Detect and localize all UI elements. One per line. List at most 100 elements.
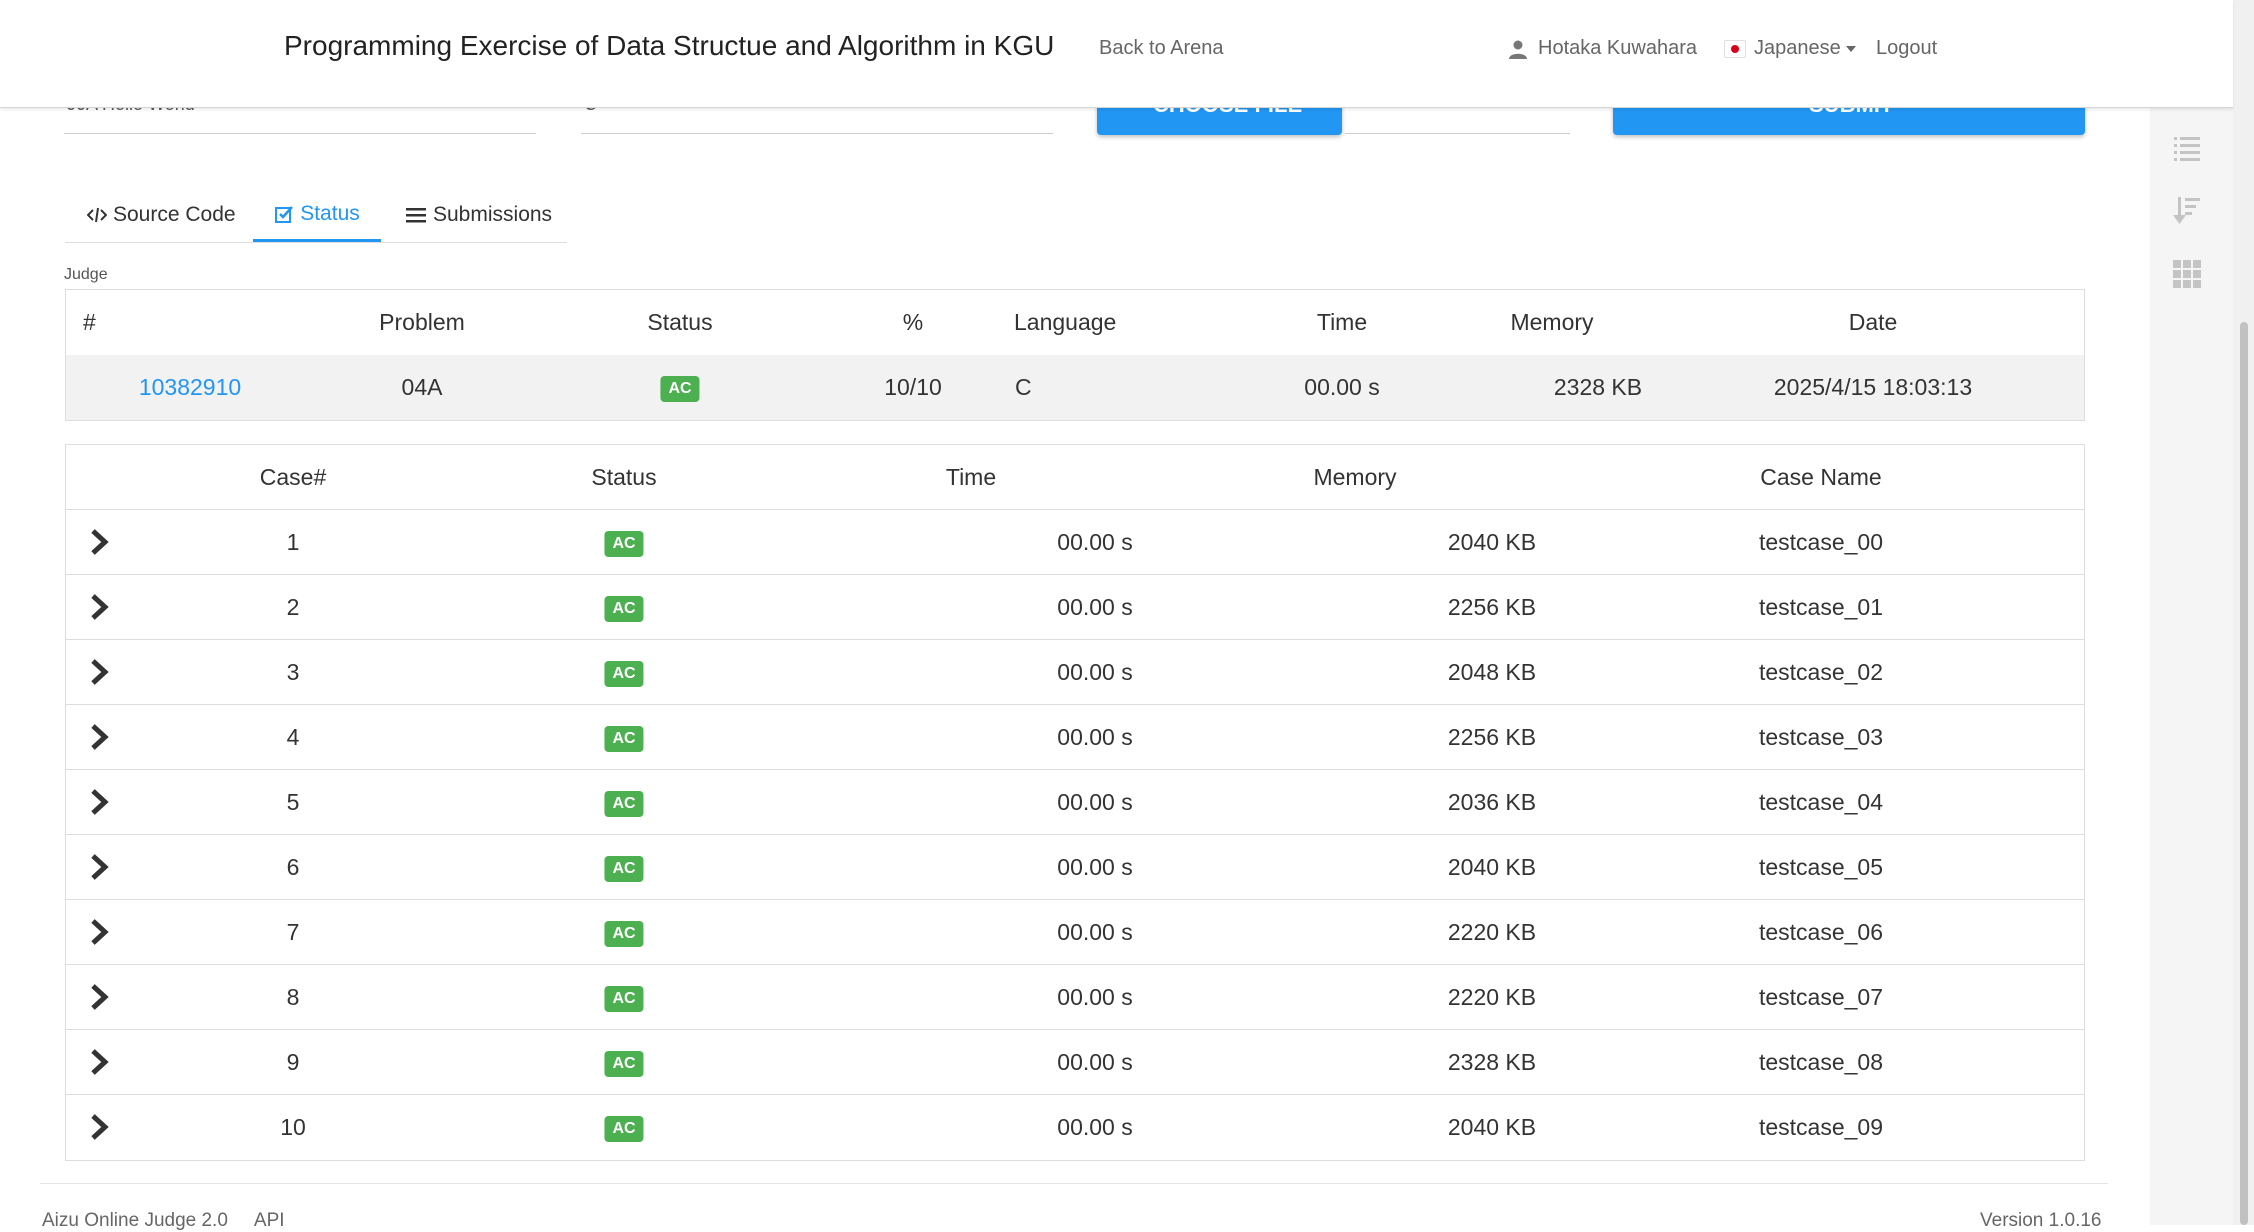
- table-row[interactable]: 10 AC 00.00 s 2040 KB testcase_09: [66, 1095, 2084, 1159]
- back-to-arena-link[interactable]: Back to Arena: [1099, 37, 1224, 60]
- table-row[interactable]: 3 AC 00.00 s 2048 KB testcase_02: [66, 640, 2084, 705]
- caret-down-icon: [1845, 45, 1856, 52]
- footer-site-name[interactable]: Aizu Online Judge 2.0: [42, 1210, 228, 1231]
- list-icon: [406, 208, 426, 223]
- column-header: Date: [1848, 309, 1898, 335]
- language-label: Japanese: [1754, 37, 1841, 59]
- status-badge: AC: [604, 1050, 644, 1077]
- site-title[interactable]: Programming Exercise of Data Structue an…: [284, 30, 1054, 62]
- case-status-cell: AC: [604, 640, 644, 704]
- case-number: 7: [286, 919, 300, 945]
- case-status-cell: AC: [604, 965, 644, 1029]
- table-row[interactable]: 4 AC 00.00 s 2256 KB testcase_03: [66, 705, 2084, 770]
- status-badge: AC: [604, 725, 644, 752]
- status-badge: AC: [604, 595, 644, 622]
- japan-flag-icon: [1724, 39, 1746, 58]
- chevron-right-icon[interactable]: [86, 593, 112, 621]
- case-time: 00.00 s: [1057, 919, 1133, 945]
- case-memory: 2040 KB: [1447, 854, 1537, 880]
- chevron-right-icon[interactable]: [86, 1048, 112, 1076]
- time-value: 00.00 s: [1304, 374, 1380, 400]
- problem-select-underline: [64, 133, 536, 134]
- table-row[interactable]: 5 AC 00.00 s 2036 KB testcase_04: [66, 770, 2084, 835]
- status-badge: AC: [604, 790, 644, 817]
- list-icon[interactable]: [2171, 132, 2203, 164]
- case-number: 8: [286, 984, 300, 1010]
- column-header: Time: [945, 464, 997, 490]
- column-header: Status: [591, 464, 657, 490]
- grid-icon[interactable]: [2171, 258, 2203, 290]
- status-badge: AC: [604, 1115, 644, 1142]
- language-value: C: [1015, 374, 1032, 400]
- case-time: 00.00 s: [1057, 724, 1133, 750]
- chevron-right-icon[interactable]: [86, 983, 112, 1011]
- case-name: testcase_04: [1758, 789, 1884, 815]
- status-badge: AC: [604, 660, 644, 687]
- logout-link[interactable]: Logout: [1876, 37, 1937, 60]
- footer-left: Aizu Online Judge 2.0 API: [42, 1210, 311, 1232]
- case-memory: 2256 KB: [1447, 594, 1537, 620]
- status-badge: AC: [604, 855, 644, 882]
- case-memory: 2220 KB: [1447, 919, 1537, 945]
- result-tabs: Source Code Status Submissions: [65, 188, 567, 243]
- chevron-right-icon[interactable]: [86, 788, 112, 816]
- tab-submissions[interactable]: Submissions: [405, 188, 552, 242]
- chevron-right-icon[interactable]: [86, 918, 112, 946]
- percent-value: 10/10: [884, 374, 942, 400]
- judge-table: # Problem Status % Language Time Memory …: [65, 289, 2085, 421]
- tab-status-label: Status: [300, 201, 360, 225]
- case-number: 10: [280, 1114, 306, 1140]
- case-time: 00.00 s: [1057, 1114, 1133, 1140]
- tab-source-code[interactable]: Source Code: [87, 188, 236, 242]
- tab-status[interactable]: Status: [253, 188, 381, 242]
- table-row[interactable]: 1 AC 00.00 s 2040 KB testcase_00: [66, 510, 2084, 575]
- scrollbar-thumb[interactable]: [2240, 322, 2248, 1225]
- case-time: 00.00 s: [1057, 594, 1133, 620]
- judge-table-header: # Problem Status % Language Time Memory …: [66, 290, 2084, 356]
- user-name: Hotaka Kuwahara: [1538, 37, 1697, 59]
- footer-api-link[interactable]: API: [254, 1210, 285, 1231]
- column-header: Case Name: [1760, 464, 1882, 490]
- case-memory: 2048 KB: [1447, 659, 1537, 685]
- case-status-cell: AC: [604, 770, 644, 834]
- table-row[interactable]: 2 AC 00.00 s 2256 KB testcase_01: [66, 575, 2084, 640]
- file-name-underline: [1345, 133, 1570, 134]
- table-row[interactable]: 8 AC 00.00 s 2220 KB testcase_07: [66, 965, 2084, 1030]
- judge-row: 10382910 04A AC 10/10 C 00.00 s 2328 KB …: [66, 355, 2084, 420]
- table-row[interactable]: 9 AC 00.00 s 2328 KB testcase_08: [66, 1030, 2084, 1095]
- chevron-right-icon[interactable]: [86, 1113, 112, 1141]
- status-badge: AC: [604, 920, 644, 947]
- column-header: Time: [1316, 309, 1368, 335]
- case-name: testcase_00: [1758, 529, 1884, 555]
- chevron-right-icon[interactable]: [86, 528, 112, 556]
- chevron-right-icon[interactable]: [86, 658, 112, 686]
- column-header: %: [902, 309, 924, 335]
- case-memory: 2220 KB: [1447, 984, 1537, 1010]
- case-status-cell: AC: [604, 705, 644, 769]
- case-memory: 2040 KB: [1447, 1114, 1537, 1140]
- sort-icon[interactable]: [2171, 194, 2203, 226]
- table-row[interactable]: 7 AC 00.00 s 2220 KB testcase_06: [66, 900, 2084, 965]
- tab-source-code-label: Source Code: [113, 203, 236, 226]
- right-side-rail: [2150, 0, 2233, 1225]
- chevron-right-icon[interactable]: [86, 723, 112, 751]
- table-row[interactable]: 6 AC 00.00 s 2040 KB testcase_05: [66, 835, 2084, 900]
- case-status-cell: AC: [604, 1030, 644, 1094]
- case-time: 00.00 s: [1057, 854, 1133, 880]
- case-status-cell: AC: [604, 835, 644, 899]
- page-scrollbar[interactable]: [2233, 0, 2254, 1225]
- user-menu[interactable]: Hotaka Kuwahara: [1508, 37, 1697, 60]
- submission-id-link[interactable]: 10382910: [139, 355, 241, 420]
- language-dropdown[interactable]: Japanese: [1724, 37, 1856, 60]
- chevron-right-icon[interactable]: [86, 853, 112, 881]
- problem-id: 04A: [401, 374, 443, 400]
- case-memory: 2036 KB: [1447, 789, 1537, 815]
- column-header: Language: [1014, 309, 1117, 335]
- case-number: 9: [286, 1049, 300, 1075]
- column-header: Problem: [379, 309, 465, 335]
- status-badge: AC: [604, 985, 644, 1012]
- language-select-underline: [581, 133, 1053, 134]
- column-header: Memory: [1510, 309, 1594, 335]
- case-time: 00.00 s: [1057, 984, 1133, 1010]
- case-status-cell: AC: [604, 1095, 644, 1159]
